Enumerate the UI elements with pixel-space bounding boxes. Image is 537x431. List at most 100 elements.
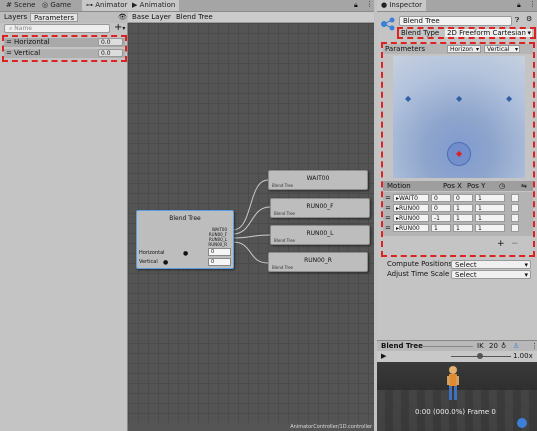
breadcrumb-separator: ›	[168, 13, 171, 21]
chevron-down-icon: ▾	[524, 271, 528, 279]
drag-handle-icon[interactable]: =	[385, 193, 391, 203]
subtab-layers[interactable]: Layers	[4, 13, 27, 22]
breadcrumb-blend-tree[interactable]: Blend Tree	[176, 13, 213, 22]
speed-slider-thumb[interactable]	[477, 353, 483, 359]
motion-point-diamond[interactable]: ◆	[506, 94, 512, 103]
tab-game[interactable]: ◎ Game	[38, 0, 75, 11]
param-value-field[interactable]: 0	[208, 258, 231, 266]
tab-animator[interactable]: ⊶ Animator	[82, 0, 132, 11]
param-label-horizontal: Horizontal	[139, 250, 165, 256]
add-parameter-button[interactable]: +▾	[114, 22, 125, 34]
motion-row[interactable]: = ▸RUN00 -1 1 1	[383, 213, 533, 223]
inspector-panel: Blend Tree ❓︎ ⚙ Blend Type 2D Freeform C…	[377, 12, 537, 340]
breadcrumb: Base Layer › Blend Tree	[128, 12, 374, 23]
preview-viewport[interactable]: 0:00 (000.0%) Frame 0	[377, 362, 537, 431]
tab-animation[interactable]: ▶ Animation	[128, 0, 180, 11]
search-input[interactable]: ⌕ Name	[4, 24, 110, 33]
drag-handle-icon[interactable]: =	[385, 223, 391, 233]
blend-graph-2d[interactable]: ◆ ◆ ◆ ◆	[393, 56, 525, 178]
camera-icon[interactable]	[517, 418, 527, 428]
adjust-time-scale-dropdown[interactable]: Select ▾	[451, 270, 531, 279]
animation-icon: ▶	[132, 1, 138, 9]
pos-x-field[interactable]: 0	[431, 194, 451, 202]
motion-node-run00-l[interactable]: RUN00_L Blend Tree	[270, 225, 370, 245]
speed-value: 1.00x	[513, 352, 533, 360]
current-position-dot[interactable]: ◆	[456, 149, 462, 158]
blend-tree-node-title: Blend Tree	[169, 215, 201, 222]
motion-node-title: RUN00_F	[306, 203, 334, 210]
param-y-dropdown[interactable]: Vertical ▾	[484, 45, 520, 53]
motion-field[interactable]: ▸RUN00	[393, 214, 429, 222]
parameter-value-field[interactable]: 0.0	[98, 49, 123, 57]
search-icon: ⌕	[9, 25, 13, 32]
motion-node-run00-f[interactable]: RUN00_F Blend Tree	[270, 198, 370, 218]
speed-field[interactable]: 1	[475, 204, 505, 212]
graph-canvas[interactable]: Blend Tree WAIT00 RUN00_F RUN00_L RUN00_…	[128, 23, 374, 423]
motion-node-wait00[interactable]: WAIT00 Blend Tree	[268, 170, 368, 190]
motion-field[interactable]: ▸RUN00	[393, 224, 429, 232]
tab-scene[interactable]: # Scene	[2, 0, 39, 11]
pos-x-field[interactable]: -1	[431, 214, 451, 222]
motion-node-title: RUN00_L	[306, 230, 334, 237]
speed-field[interactable]: 1	[475, 214, 505, 222]
pos-x-field[interactable]: 0	[431, 204, 451, 212]
blend-type-row: Blend Type 2D Freeform Cartesian ▾	[397, 27, 536, 39]
lock-icon[interactable]: 🔒︎	[354, 1, 358, 10]
compute-positions-dropdown[interactable]: Select ▾	[451, 260, 531, 269]
subtab-parameters[interactable]: Parameters	[30, 13, 79, 22]
add-motion-button[interactable]: +	[497, 239, 505, 249]
mirror-checkbox[interactable]	[511, 194, 519, 202]
pos-y-field[interactable]: 1	[453, 204, 473, 212]
blend-type-dropdown[interactable]: 2D Freeform Cartesian ▾	[445, 29, 532, 37]
motion-point-diamond[interactable]: ◆	[405, 94, 411, 103]
menu-icon[interactable]: ⋮	[366, 0, 373, 8]
param-x-dropdown[interactable]: Horizon ▾	[447, 45, 481, 53]
speed-field[interactable]: 1	[475, 224, 505, 232]
motion-node-subtitle: Blend Tree	[274, 238, 295, 243]
pos-y-field[interactable]: 1	[453, 224, 473, 232]
name-field[interactable]: Blend Tree	[399, 16, 512, 26]
drag-handle-icon[interactable]: =	[6, 49, 12, 58]
menu-icon[interactable]: ⋮	[529, 0, 536, 8]
pos-y-field[interactable]: 1	[453, 214, 473, 222]
motion-node-subtitle: Blend Tree	[272, 183, 293, 188]
param-value-field[interactable]: 0	[208, 248, 231, 256]
mirror-checkbox[interactable]	[511, 214, 519, 222]
motion-field[interactable]: ▸WAIT0	[393, 194, 429, 202]
graph-footer: AnimatorController/1D.controller	[128, 423, 374, 431]
speed-field[interactable]: 1	[475, 194, 505, 202]
mirror-checkbox[interactable]	[511, 204, 519, 212]
tab-inspector[interactable]: ● Inspector	[377, 0, 426, 11]
motion-row[interactable]: = ▸RUN00 0 1 1	[383, 203, 533, 213]
help-icon[interactable]: ❓︎	[515, 16, 519, 25]
mirror-checkbox[interactable]	[511, 224, 519, 232]
lock-icon[interactable]: 🔒︎	[517, 1, 521, 10]
breadcrumb-base-layer[interactable]: Base Layer	[132, 13, 171, 22]
remove-motion-button[interactable]: −	[511, 239, 519, 249]
motion-row[interactable]: = ▸RUN00 1 1 1	[383, 223, 533, 233]
inspector-tabbar: ● Inspector 🔒︎ ⋮	[377, 0, 537, 12]
pos-x-field[interactable]: 1	[431, 224, 451, 232]
speed-icon: ◷	[499, 182, 506, 190]
preview-divider	[423, 346, 473, 347]
motion-field[interactable]: ▸RUN00	[393, 204, 429, 212]
motion-row[interactable]: = ▸WAIT0 0 0 1	[383, 193, 533, 203]
preview-controls: ▶ 1.00x	[377, 351, 537, 362]
motion-node-run00-r[interactable]: RUN00_R Blend Tree	[268, 252, 368, 272]
info-icon: ●	[381, 1, 388, 9]
parameter-row[interactable]: = Vertical 0.0	[4, 49, 125, 58]
pos-y-field[interactable]: 0	[453, 194, 473, 202]
settings-icon[interactable]: ⚙	[526, 15, 532, 23]
animation-tabbar: ▶ Animation 🔒︎ ⋮	[128, 0, 374, 12]
parameter-row[interactable]: = Horizontal 0.0	[4, 38, 125, 47]
motion-node-title: WAIT00	[306, 175, 330, 182]
drag-handle-icon[interactable]: =	[385, 203, 391, 213]
drag-handle-icon[interactable]: =	[6, 38, 12, 47]
blend-tree-node[interactable]: Blend Tree WAIT00 RUN00_F RUN00_L RUN00_…	[136, 210, 234, 269]
drag-handle-icon[interactable]: =	[385, 213, 391, 223]
output-label: RUN00_R	[208, 242, 227, 247]
parameters-label: Parameters	[385, 45, 426, 53]
parameter-value-field[interactable]: 0.0	[98, 38, 123, 46]
motion-point-diamond[interactable]: ◆	[456, 94, 462, 103]
play-button[interactable]: ▶	[381, 351, 386, 362]
